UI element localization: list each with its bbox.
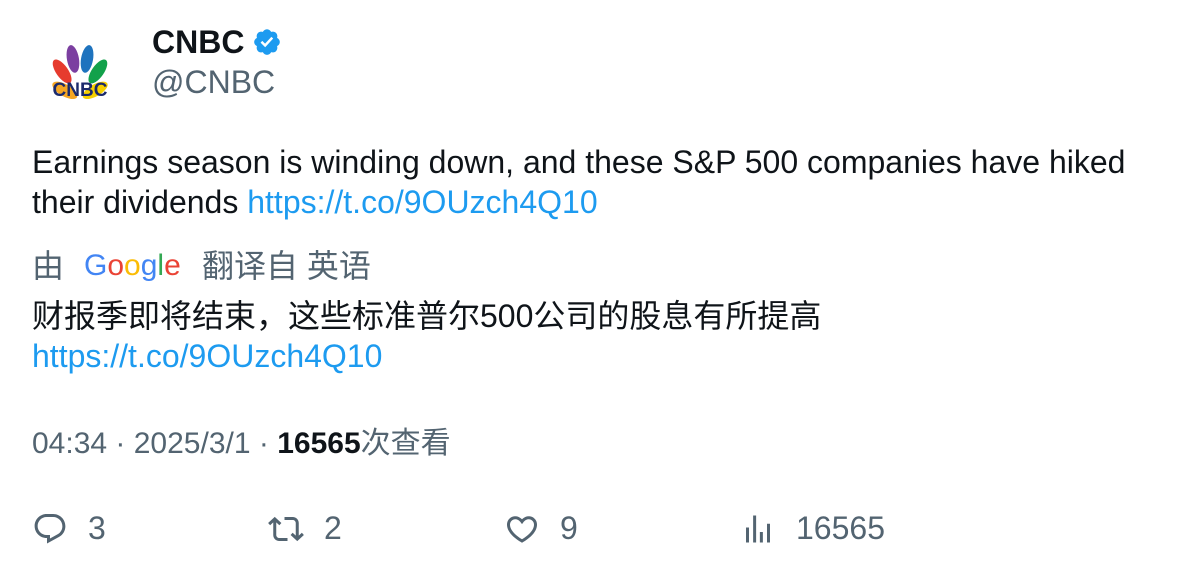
meta-separator: · [258, 427, 278, 460]
analytics-icon [746, 515, 770, 542]
retweet-button[interactable]: 2 [268, 510, 342, 547]
views-action-count: 16565 [796, 510, 885, 546]
reply-button[interactable]: 3 [32, 510, 106, 547]
retweet-count: 2 [324, 510, 342, 546]
avatar[interactable]: CNBC [36, 36, 124, 106]
svg-text:CNBC: CNBC [53, 80, 108, 101]
like-count: 9 [560, 510, 578, 546]
reply-icon [34, 513, 66, 544]
like-button[interactable]: 9 [504, 510, 578, 547]
translation-prefix: 由 [32, 248, 65, 284]
translated-text: 财报季即将结束，这些标准普尔500公司的股息有所提高 https://t.co/… [32, 296, 1172, 376]
verified-badge-icon [254, 29, 281, 55]
views-button[interactable]: 16565 [740, 510, 885, 547]
google-logo-icon[interactable]: Google [84, 249, 182, 283]
cnbc-peacock-icon: CNBC [52, 45, 108, 101]
tweet-text: Earnings season is winding down, and the… [32, 142, 1172, 222]
reply-count: 3 [88, 510, 106, 546]
views-count: 16565 [277, 427, 361, 460]
translated-link[interactable]: https://t.co/9OUzch4Q10 [32, 336, 1172, 376]
author-handle[interactable]: @CNBC [152, 62, 275, 102]
tweet-meta: 04:34 · 2025/3/1 · 16565次查看 [32, 424, 451, 464]
translation-attribution: 由 Google 翻译自 英语 [32, 246, 371, 286]
author-name-row: CNBC [152, 22, 282, 62]
tweet-time[interactable]: 04:34 [32, 427, 107, 460]
author-name[interactable]: CNBC [152, 22, 244, 62]
svg-text:Google: Google [84, 249, 181, 282]
translated-body: 财报季即将结束，这些标准普尔500公司的股息有所提高 [32, 298, 822, 334]
translation-suffix: 翻译自 英语 [202, 248, 371, 284]
meta-separator: · [115, 427, 134, 460]
views-label: 次查看 [360, 427, 451, 460]
tweet-link[interactable]: https://t.co/9OUzch4Q10 [247, 184, 597, 220]
heart-icon [506, 515, 538, 543]
tweet-date[interactable]: 2025/3/1 [134, 427, 251, 460]
retweet-icon [268, 516, 304, 541]
